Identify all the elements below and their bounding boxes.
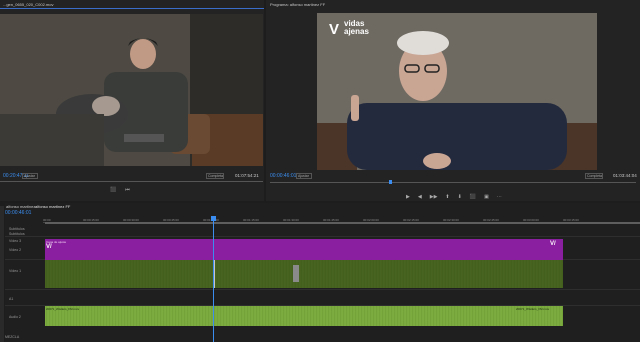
program-monitor: Programa: alfonso martinez FF V vidas aj… xyxy=(266,0,640,201)
stop-button[interactable]: ⬛ xyxy=(470,194,476,200)
track-audio-2[interactable]: Audio 2 xyxy=(9,315,21,319)
audio-clip-label: 20071_Wistlers_FM.mov xyxy=(516,307,550,311)
audio-clip-label: 20071_Wistlers_FM.mov xyxy=(46,307,80,311)
program-duration: 01:03:44:04 xyxy=(613,173,637,178)
clip-logo-thumbnail: V/ xyxy=(46,244,52,250)
program-video-frame: V vidas ajenas xyxy=(317,13,597,170)
source-monitor-title[interactable]: ...gen_0655_020_C002.mov xyxy=(3,2,53,7)
adjustment-layer-clip[interactable]: Capa de ajuste V/ V/ xyxy=(45,239,563,260)
program-monitor-title[interactable]: Programa: alfonso martinez FF xyxy=(270,2,325,7)
program-zoom-select[interactable]: Ajustar xyxy=(296,173,312,179)
play-button[interactable]: ▶ xyxy=(406,194,410,200)
source-tab-highlight xyxy=(0,8,264,9)
track-divider xyxy=(5,289,640,290)
timeline-panel: alfonso martinez alfonso martinez FF 00:… xyxy=(5,203,640,342)
tab-alfonso-martinez-ff[interactable]: alfonso martinez FF xyxy=(35,204,70,209)
work-area-bar[interactable] xyxy=(45,222,640,224)
program-timecode[interactable]: 00:00:46:01 xyxy=(270,173,296,179)
program-scrub-bar[interactable] xyxy=(270,182,636,183)
video-clip[interactable] xyxy=(45,260,563,288)
source-zoom-select[interactable]: Ajustar xyxy=(22,173,38,179)
source-frame-image xyxy=(0,14,263,166)
track-subtitles-1[interactable]: Subtítulos xyxy=(9,227,25,231)
clip-logo-thumbnail: V/ xyxy=(550,241,556,247)
program-playhead[interactable] xyxy=(389,180,392,184)
audio-clip[interactable]: 20071_Wistlers_FM.mov 20071_Wistlers_FM.… xyxy=(45,306,563,326)
source-scrub-bar[interactable] xyxy=(0,181,263,182)
tools-panel xyxy=(0,206,4,342)
step-back-button[interactable]: ◀ xyxy=(418,194,422,200)
clip-marker[interactable] xyxy=(293,265,299,282)
timeline-playhead[interactable] xyxy=(213,216,214,342)
step-back-button[interactable]: ⏮ xyxy=(125,187,130,193)
step-forward-button[interactable]: ▶▶ xyxy=(430,194,438,200)
export-frame-button[interactable]: ▣ xyxy=(484,194,489,200)
logo-mark: V xyxy=(329,21,339,38)
track-video-2[interactable]: Vídeo 2 xyxy=(9,248,21,252)
track-video-3[interactable]: Vídeo 3 xyxy=(9,239,21,243)
timeline-timecode[interactable]: 00:00:46:01 xyxy=(5,210,31,216)
program-resolution-select[interactable]: Completa xyxy=(585,173,603,179)
source-video-frame xyxy=(0,14,263,166)
more-button[interactable]: ⋯ xyxy=(497,194,502,200)
track-video-1[interactable]: Vídeo 1 xyxy=(9,269,21,273)
lift-button[interactable]: ⬆ xyxy=(445,194,449,200)
source-monitor: ...gen_0655_020_C002.mov 00:20:47:11 Aju… xyxy=(0,0,264,201)
source-duration: 01:07:54:21 xyxy=(235,173,259,178)
program-frame-image xyxy=(317,13,597,170)
track-divider xyxy=(5,236,640,237)
logo-text-line2: ajenas xyxy=(344,27,369,36)
source-resolution-select[interactable]: Completa xyxy=(206,173,224,179)
mix-track-label[interactable]: MEZCLA xyxy=(5,335,19,339)
track-audio-1[interactable]: A1 xyxy=(9,297,13,301)
tab-alfonso-martinez[interactable]: alfonso martinez xyxy=(6,204,35,209)
program-transport-controls: ▶ ◀ ▶▶ ⬆ ⬇ ⬛ ▣ ⋯ xyxy=(406,194,502,200)
stop-button[interactable]: ⬛ xyxy=(110,187,116,193)
extract-button[interactable]: ⬇ xyxy=(458,194,462,200)
source-transport-controls: ⬛ ⏮ xyxy=(110,187,130,193)
